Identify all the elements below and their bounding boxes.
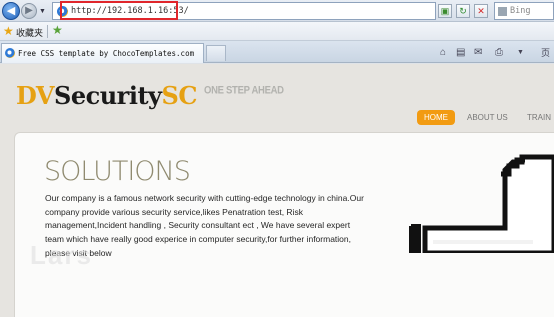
solutions-heading: SOLUTIONS xyxy=(44,156,191,187)
solutions-description: Our company is a famous network security… xyxy=(45,193,364,258)
favorites-separator xyxy=(47,25,48,38)
nav-training[interactable]: TRAIN xyxy=(527,110,551,125)
tab-title: Free CSS template by ChocoTemplates.com xyxy=(18,49,195,58)
nav-about-us[interactable]: ABOUT US xyxy=(467,110,508,125)
favorites-button[interactable]: 收藏夹 xyxy=(16,26,43,39)
favorites-star-icon[interactable]: ★ xyxy=(3,24,14,38)
site-tagline: ONE STEP AHEAD xyxy=(204,84,284,97)
compatibility-view-icon[interactable]: ▣ xyxy=(438,4,452,18)
home-icon[interactable]: ⌂ xyxy=(440,47,446,59)
tab-page-icon xyxy=(5,48,15,58)
watermark: Lars xyxy=(30,240,93,270)
url-highlight-box xyxy=(60,1,178,20)
forward-arrow-icon[interactable]: ▶ xyxy=(21,3,37,19)
tab-strip: Free CSS template by ChocoTemplates.com xyxy=(0,41,554,63)
refresh-icon[interactable]: ↻ xyxy=(456,4,470,18)
search-placeholder: Bing xyxy=(510,6,531,16)
bing-icon xyxy=(498,7,507,16)
site-logo[interactable]: DVSecuritySC xyxy=(16,81,197,110)
address-toolbar: ◀ ▶ ▼ http://192.168.1.16:53/ ▣ ↻ ✕ Bing xyxy=(0,0,554,22)
mail-icon[interactable]: ✉ xyxy=(474,47,482,59)
add-favorite-icon[interactable]: ★ xyxy=(52,23,63,38)
page-menu-button[interactable]: 页 xyxy=(541,47,550,59)
tab-active[interactable]: Free CSS template by ChocoTemplates.com xyxy=(1,43,204,63)
nav-home[interactable]: HOME xyxy=(417,110,455,125)
stop-icon[interactable]: ✕ xyxy=(474,4,488,18)
document-pixel-art-icon xyxy=(409,154,554,253)
search-box[interactable]: Bing xyxy=(494,2,554,20)
back-arrow-icon[interactable]: ◀ xyxy=(2,2,20,20)
history-dropdown-icon[interactable]: ▼ xyxy=(39,8,46,15)
print-icon[interactable]: ⎙ xyxy=(495,47,503,59)
cmd-dropdown-icon[interactable]: ▼ xyxy=(517,47,524,59)
favorites-bar: ★ 收藏夹 ★ xyxy=(0,22,554,41)
new-tab-button[interactable] xyxy=(206,45,226,61)
feeds-icon[interactable]: ▤ xyxy=(456,47,465,59)
